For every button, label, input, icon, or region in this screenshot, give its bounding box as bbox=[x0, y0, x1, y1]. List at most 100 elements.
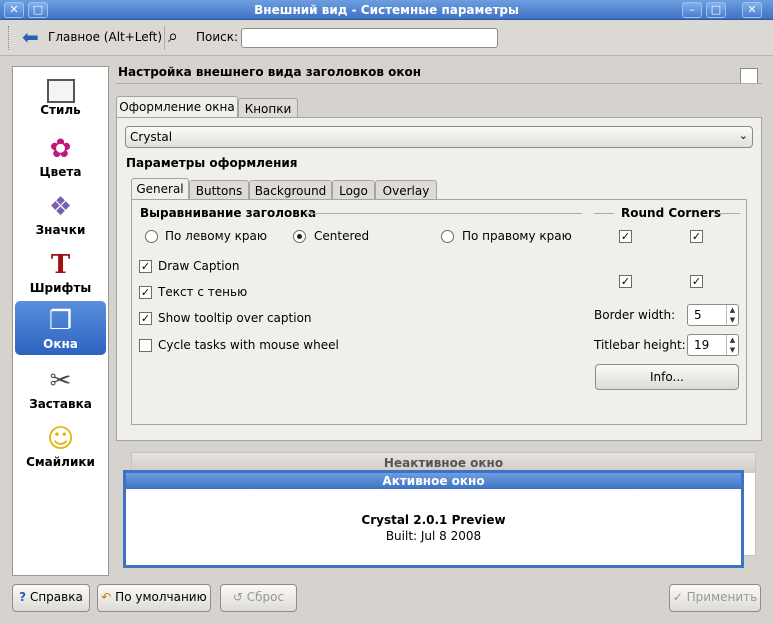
tab-window-decoration[interactable]: Оформление окна bbox=[116, 96, 238, 118]
close-icon[interactable]: ✕ bbox=[742, 2, 762, 18]
corners-separator-left bbox=[594, 213, 614, 214]
emoticons-icon: ☺ bbox=[46, 424, 75, 454]
sidebar-item-windows[interactable]: ❐ Окна bbox=[15, 301, 106, 355]
sidebar-item-screensaver[interactable]: ✂ Заставка bbox=[15, 361, 106, 417]
draw-caption-label: Draw Caption bbox=[158, 259, 240, 273]
alignment-separator bbox=[306, 213, 582, 214]
corner-bottom-left-checkbox[interactable]: ✓ bbox=[619, 275, 632, 288]
corner-top-right-checkbox[interactable]: ✓ bbox=[690, 230, 703, 243]
sticky-icon[interactable]: □ bbox=[28, 2, 48, 18]
quick-help-icon[interactable] bbox=[740, 68, 758, 84]
titlebar-height-stepper[interactable]: 19 ▲ ▼ bbox=[687, 334, 739, 356]
round-corners-title: Round Corners bbox=[621, 206, 722, 220]
show-tooltip-checkbox[interactable]: ✓ bbox=[139, 312, 152, 325]
title-separator bbox=[116, 83, 762, 84]
binoculars-icon: ⌕ bbox=[168, 26, 179, 47]
sidebar: Стиль ✿ Цвета ❖ Значки T Шрифты ❐ Окна ✂… bbox=[12, 66, 109, 576]
sidebar-item-style[interactable]: Стиль bbox=[15, 71, 106, 127]
align-center-radio[interactable] bbox=[293, 230, 306, 243]
corner-bottom-right-checkbox[interactable]: ✓ bbox=[690, 275, 703, 288]
border-width-value: 5 bbox=[694, 308, 702, 322]
preview-text-built: Built: Jul 8 2008 bbox=[385, 529, 482, 543]
search-label: Поиск: bbox=[196, 30, 239, 44]
info-button-label: Info... bbox=[650, 370, 684, 384]
align-center-label: Centered bbox=[314, 229, 370, 243]
border-width-stepper[interactable]: 5 ▲ ▼ bbox=[687, 304, 739, 326]
text-shadow-checkbox[interactable]: ✓ bbox=[139, 286, 152, 299]
icons-icon: ❖ bbox=[48, 192, 73, 222]
cycle-tasks-checkbox[interactable] bbox=[139, 339, 152, 352]
search-input[interactable] bbox=[241, 28, 498, 48]
back-arrow-icon: ⬅ bbox=[22, 25, 39, 49]
minimize-icon[interactable]: – bbox=[682, 2, 702, 18]
cycle-tasks-label: Cycle tasks with mouse wheel bbox=[158, 338, 339, 352]
fonts-icon: T bbox=[50, 250, 71, 280]
sidebar-item-label: Заставка bbox=[29, 397, 92, 411]
align-left-label: По левому краю bbox=[165, 229, 267, 243]
apply-button[interactable]: ✓ Применить bbox=[669, 584, 761, 612]
alignment-title: Выравнивание заголовка bbox=[140, 206, 317, 220]
app-menu-icon[interactable]: ✕ bbox=[4, 2, 24, 18]
sidebar-item-label: Стиль bbox=[40, 103, 81, 117]
info-button[interactable]: Info... bbox=[595, 364, 739, 390]
corner-top-left-checkbox[interactable]: ✓ bbox=[619, 230, 632, 243]
tab-buttons-sub[interactable]: Buttons bbox=[189, 180, 249, 201]
help-label: Справка bbox=[29, 590, 83, 604]
preview-text-title: Crystal 2.0.1 Preview bbox=[361, 513, 506, 527]
defaults-label: По умолчанию bbox=[115, 590, 207, 604]
defaults-button[interactable]: ↶ По умолчанию bbox=[97, 584, 211, 612]
params-title: Параметры оформления bbox=[126, 156, 298, 170]
toolbar-separator bbox=[164, 26, 165, 50]
toolbar-handle[interactable] bbox=[8, 26, 11, 50]
maximize-icon[interactable]: □ bbox=[706, 2, 726, 18]
windows-icon: ❐ bbox=[48, 306, 73, 336]
tab-label: General bbox=[136, 182, 184, 196]
apply-label: Применить bbox=[686, 590, 758, 604]
sidebar-item-fonts[interactable]: T Шрифты bbox=[15, 245, 106, 301]
tab-logo[interactable]: Logo bbox=[332, 180, 375, 201]
titlebar-height-label: Titlebar height: bbox=[594, 338, 686, 352]
active-window-titlebar: Активное окно bbox=[126, 473, 741, 489]
window-title: Внешний вид - Системные параметры bbox=[254, 3, 519, 17]
sidebar-item-label: Окна bbox=[43, 337, 78, 351]
decoration-select[interactable]: Crystal ⌄ bbox=[125, 126, 753, 148]
tab-background[interactable]: Background bbox=[249, 180, 332, 201]
screensaver-icon: ✂ bbox=[49, 366, 72, 396]
draw-caption-checkbox[interactable]: ✓ bbox=[139, 260, 152, 273]
text-shadow-label: Текст с тенью bbox=[158, 285, 248, 299]
checkmark-icon: ✓ bbox=[672, 590, 683, 604]
tab-label: Background bbox=[254, 184, 327, 198]
corners-separator-right bbox=[718, 213, 740, 214]
tab-label: Buttons bbox=[195, 184, 243, 198]
reset-icon: ↺ bbox=[232, 590, 243, 604]
sidebar-item-label: Цвета bbox=[39, 165, 82, 179]
reset-button[interactable]: ↺ Сброс bbox=[220, 584, 297, 612]
align-right-radio[interactable] bbox=[441, 230, 454, 243]
sidebar-item-label: Смайлики bbox=[26, 455, 95, 469]
undo-icon: ↶ bbox=[101, 590, 112, 604]
tab-label: Оформление окна bbox=[119, 100, 235, 114]
align-left-radio[interactable] bbox=[145, 230, 158, 243]
help-button[interactable]: ? Справка bbox=[12, 584, 90, 612]
tab-general[interactable]: General bbox=[131, 178, 189, 200]
help-icon: ? bbox=[19, 590, 27, 604]
window-titlebar: Внешний вид - Системные параметры bbox=[0, 0, 773, 20]
stepper-arrows-icon[interactable]: ▲ ▼ bbox=[726, 305, 738, 325]
tab-label: Overlay bbox=[382, 184, 430, 198]
home-button[interactable]: ⬅ Главное (Alt+Left) bbox=[22, 25, 162, 49]
colors-icon: ✿ bbox=[49, 134, 72, 164]
tab-overlay[interactable]: Overlay bbox=[375, 180, 437, 201]
page-title: Настройка внешнего вида заголовков окон bbox=[118, 65, 422, 79]
tab-buttons[interactable]: Кнопки bbox=[238, 98, 298, 119]
active-window-title: Активное окно bbox=[382, 474, 485, 488]
sidebar-item-colors[interactable]: ✿ Цвета bbox=[15, 129, 106, 185]
sidebar-item-label: Значки bbox=[35, 223, 86, 237]
sidebar-item-emoticons[interactable]: ☺ Смайлики bbox=[15, 419, 106, 475]
inactive-window-title: Неактивное окно bbox=[383, 456, 504, 470]
stepper-arrows-icon[interactable]: ▲ ▼ bbox=[726, 335, 738, 355]
tab-label: Кнопки bbox=[244, 102, 292, 116]
align-right-label: По правому краю bbox=[462, 229, 572, 243]
sidebar-item-icons[interactable]: ❖ Значки bbox=[15, 187, 106, 243]
reset-label: Сброс bbox=[246, 590, 285, 604]
titlebar-height-value: 19 bbox=[694, 338, 710, 352]
